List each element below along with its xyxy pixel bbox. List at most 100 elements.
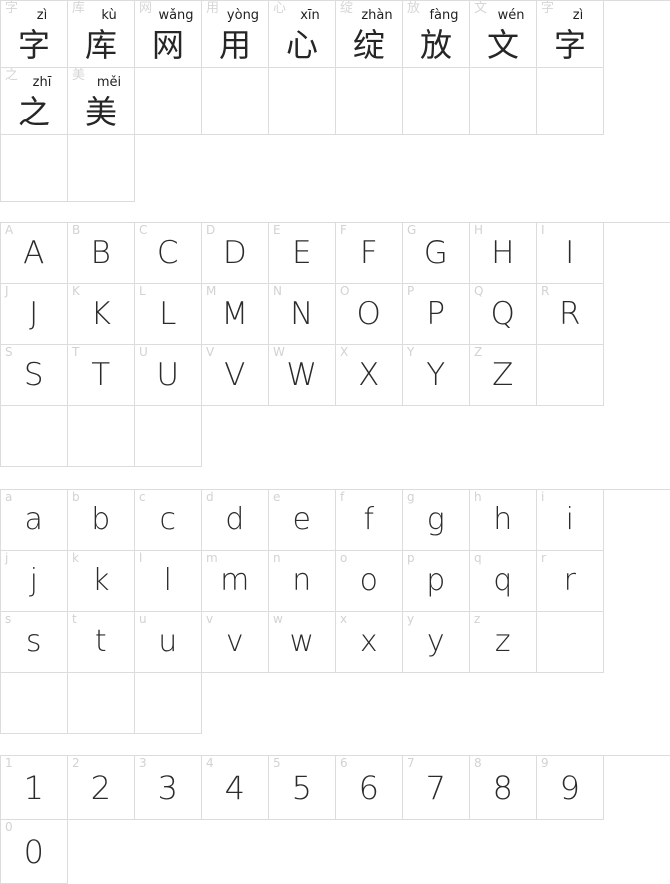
glyph-cell[interactable]: 文 wén 文 [470, 1, 537, 68]
glyph-cell[interactable]: mm [202, 551, 269, 612]
glyph-cell[interactable]: 库 kù 库 [68, 1, 135, 68]
glyph-cell[interactable]: SS [1, 345, 68, 406]
glyph-cell[interactable]: UU [135, 345, 202, 406]
glyph-cell[interactable]: II [537, 223, 604, 284]
glyph-cell[interactable]: uu [135, 612, 202, 673]
glyph-cell[interactable]: 33 [135, 756, 202, 820]
glyph-cell[interactable]: NN [269, 284, 336, 345]
glyph-cell[interactable]: bb [68, 490, 135, 551]
glyph-cell[interactable]: 字 zì 字 [1, 1, 68, 68]
glyph-cell[interactable]: pp [403, 551, 470, 612]
glyph-cell[interactable]: 网 wǎng 网 [135, 1, 202, 68]
rendered-glyph: 网 [151, 26, 184, 64]
glyph-cell[interactable]: 77 [403, 756, 470, 820]
glyph-cell[interactable]: JJ [1, 284, 68, 345]
rendered-glyph: U [156, 357, 180, 393]
glyph-cell[interactable]: ff [336, 490, 403, 551]
rendered-glyph: f [363, 502, 375, 537]
glyph-cell[interactable]: BB [68, 223, 135, 284]
glyph-cell[interactable]: 字 zì 字 [537, 1, 604, 68]
glyph-cell[interactable]: aa [1, 490, 68, 551]
glyph-cell[interactable]: QQ [470, 284, 537, 345]
glyph-cell[interactable]: LL [135, 284, 202, 345]
rendered-glyph: i [565, 502, 575, 537]
glyph-cell[interactable]: 22 [68, 756, 135, 820]
glyph-cell[interactable]: 55 [269, 756, 336, 820]
glyph-cell[interactable]: 99 [537, 756, 604, 820]
glyph-cell[interactable]: DD [202, 223, 269, 284]
glyph-cell[interactable]: 88 [470, 756, 537, 820]
glyph-cell[interactable]: WW [269, 345, 336, 406]
glyph-cell-empty [68, 406, 135, 467]
rendered-glyph: g [426, 502, 446, 537]
rendered-glyph: 2 [90, 768, 112, 807]
glyph-cell[interactable]: gg [403, 490, 470, 551]
glyph-cell[interactable]: jj [1, 551, 68, 612]
rendered-glyph: l [163, 563, 173, 598]
rendered-glyph: y [426, 624, 446, 659]
glyph-cell[interactable]: 美 měi 美 [68, 68, 135, 135]
glyph-cell[interactable]: 放 fàng 放 [403, 1, 470, 68]
glyph-cell[interactable]: KK [68, 284, 135, 345]
glyph-cell[interactable]: 66 [336, 756, 403, 820]
glyph-cell[interactable]: TT [68, 345, 135, 406]
glyph-cell[interactable]: oo [336, 551, 403, 612]
glyph-cell[interactable]: YY [403, 345, 470, 406]
glyph-cell[interactable]: PP [403, 284, 470, 345]
rendered-glyph: C [156, 235, 180, 271]
glyph-cell[interactable]: ee [269, 490, 336, 551]
glyph-cell[interactable]: ZZ [470, 345, 537, 406]
section-lowercase-letters: aabbccddeeffgghhii jjkkllmmnnooppqqrr sstt… [0, 489, 670, 734]
glyph-cell[interactable]: AA [1, 223, 68, 284]
rendered-glyph: Z [492, 357, 514, 393]
glyph-cell[interactable]: 11 [1, 756, 68, 820]
glyph-cell[interactable]: XX [336, 345, 403, 406]
glyph-cell[interactable]: 之 zhī 之 [1, 68, 68, 135]
glyph-cell[interactable]: vv [202, 612, 269, 673]
rendered-glyph: N [290, 296, 314, 332]
rendered-glyph: u [158, 624, 178, 659]
glyph-cell[interactable]: tt [68, 612, 135, 673]
glyph-cell[interactable]: CC [135, 223, 202, 284]
glyph-cell[interactable]: ii [537, 490, 604, 551]
glyph-cell[interactable]: zz [470, 612, 537, 673]
glyph-cell[interactable]: ll [135, 551, 202, 612]
glyph-cell[interactable]: rr [537, 551, 604, 612]
glyph-cell[interactable]: 绽 zhàn 绽 [336, 1, 403, 68]
glyph-cell[interactable]: EE [269, 223, 336, 284]
rendered-glyph: P [426, 296, 446, 332]
glyph-cell[interactable]: dd [202, 490, 269, 551]
rendered-glyph: O [356, 296, 382, 332]
glyph-cell[interactable]: yy [403, 612, 470, 673]
glyph-cell[interactable]: nn [269, 551, 336, 612]
cell-reference-label: 0 [5, 820, 13, 834]
rendered-glyph: F [359, 235, 379, 271]
glyph-cell[interactable]: 心 xīn 心 [269, 1, 336, 68]
glyph-cell[interactable]: VV [202, 345, 269, 406]
glyph-cell[interactable]: 44 [202, 756, 269, 820]
glyph-cell[interactable]: cc [135, 490, 202, 551]
glyph-cell[interactable]: qq [470, 551, 537, 612]
rendered-glyph: 绽 [352, 26, 385, 64]
glyph-cell[interactable]: RR [537, 284, 604, 345]
glyph-cell[interactable]: xx [336, 612, 403, 673]
rendered-glyph: J [29, 296, 39, 332]
glyph-cell[interactable]: kk [68, 551, 135, 612]
glyph-cell[interactable]: FF [336, 223, 403, 284]
cell-reference-label: 1 [5, 756, 13, 770]
glyph-cell-empty [135, 68, 202, 135]
glyph-cell[interactable]: 00 [1, 820, 68, 884]
rendered-glyph: 字 [553, 26, 586, 64]
rendered-glyph: k [92, 563, 110, 598]
glyph-cell[interactable]: ss [1, 612, 68, 673]
rendered-glyph: e [292, 502, 312, 537]
glyph-cell[interactable]: MM [202, 284, 269, 345]
glyph-cell[interactable]: 用 yòng 用 [202, 1, 269, 68]
glyph-cell[interactable]: OO [336, 284, 403, 345]
glyph-cell[interactable]: ww [269, 612, 336, 673]
rendered-glyph: E [291, 235, 313, 271]
rendered-glyph: R [558, 296, 582, 332]
glyph-cell[interactable]: GG [403, 223, 470, 284]
glyph-cell[interactable]: hh [470, 490, 537, 551]
glyph-cell[interactable]: HH [470, 223, 537, 284]
